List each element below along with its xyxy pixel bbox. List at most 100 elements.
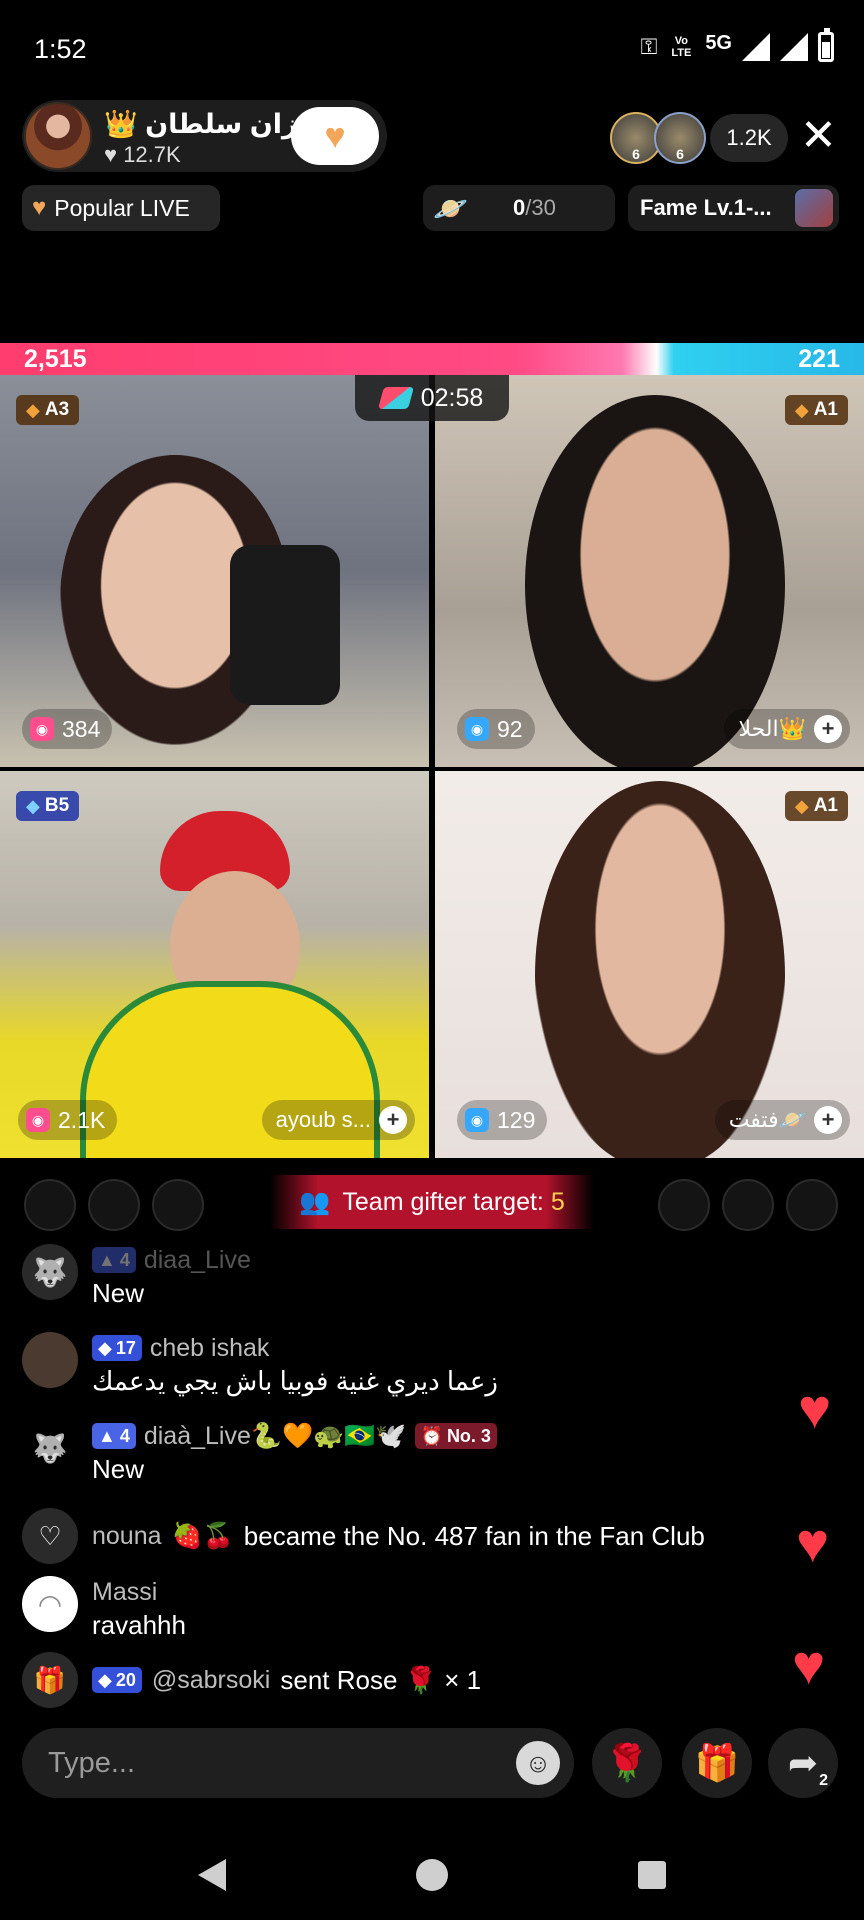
planet-icon: 🪐 <box>433 192 468 224</box>
add-icon[interactable]: + <box>814 715 842 743</box>
rank-number-badge: ⏰ No. 3 <box>414 1423 497 1449</box>
user-avatar[interactable]: 🐺 <box>22 1244 78 1300</box>
chat-message: 🎁 ◆ 20 @sabrsoki sent Rose 🌹 × 1 <box>22 1652 481 1708</box>
user-avatar[interactable]: ◠ <box>22 1576 78 1632</box>
fan-count[interactable]: ◉ 2.1K <box>18 1100 118 1140</box>
video-tile-4[interactable]: ◆ A1 ◉ 129 فتفت🪐 + <box>435 771 864 1158</box>
score-right: 221 <box>798 345 840 373</box>
gifter-slot[interactable] <box>152 1179 204 1231</box>
fan-count[interactable]: ◉ 129 <box>457 1100 548 1140</box>
chat-username[interactable]: nouna <box>92 1522 162 1551</box>
network-type: 5G <box>705 31 732 54</box>
diamond-icon: ◆ <box>26 795 40 816</box>
recent-apps-icon[interactable] <box>638 1861 666 1889</box>
fan-club-icon: ◉ <box>30 717 54 741</box>
chat-text: New <box>92 1278 145 1308</box>
fame-badge-icon <box>795 189 833 227</box>
host-likes: ♥ 12.7K <box>104 142 181 167</box>
score-left: 2,515 <box>24 345 87 373</box>
rose-icon: 🌹 <box>604 1742 650 1783</box>
follow-button[interactable]: ♥ <box>291 107 379 165</box>
level-badge: ◆ 17 <box>92 1335 142 1361</box>
team-gifter-banner[interactable]: 👥 Team gifter target: 5 <box>270 1175 594 1229</box>
goal-progress[interactable]: 🪐 0/30 <box>423 185 615 231</box>
chat-username[interactable]: diaa_Live <box>144 1246 251 1275</box>
chat-message: ♡ nouna 🍓🍒 became the No. 487 fan in the… <box>22 1508 705 1564</box>
user-avatar[interactable]: 🐺 <box>22 1420 78 1476</box>
vpn-key-icon: ⚿ <box>640 34 658 59</box>
popular-live-badge[interactable]: ♥ Popular LIVE <box>22 185 220 231</box>
fan-club-icon: ◉ <box>465 1108 489 1132</box>
battery-icon <box>818 28 834 62</box>
host-name: 👑 رزان سلطان <box>104 109 314 139</box>
participant-name-tag[interactable]: الحلا👑 + <box>724 709 850 749</box>
rank-badge: ◆ B5 <box>16 791 80 821</box>
gift-box-icon: 🎁 <box>694 1742 740 1783</box>
volte-icon: Vo LTE <box>671 35 692 59</box>
chat-username[interactable]: cheb ishak <box>150 1334 270 1363</box>
chat-username[interactable]: @sabrsoki <box>152 1666 270 1695</box>
chat-username[interactable]: Massi <box>92 1578 157 1607</box>
chair-shape <box>230 545 340 705</box>
gifter-slot[interactable] <box>786 1179 838 1231</box>
gifter-slot[interactable] <box>88 1179 140 1231</box>
diamond-icon: ◆ <box>794 399 809 420</box>
host-avatar[interactable] <box>24 102 92 170</box>
signal-icon <box>742 33 770 61</box>
comment-input[interactable]: Type... ☺ <box>22 1728 574 1798</box>
chat-username[interactable]: diaà_Live🐍🧡🐢🇧🇷🕊️ <box>144 1422 407 1451</box>
chat-message: ◆ 17 cheb ishak زعما ديري غنية فوبيا باش … <box>22 1332 498 1397</box>
video-tile-1[interactable]: ◆ A3 ◉ 384 <box>0 375 429 767</box>
emoji-icon[interactable]: ☺ <box>516 1741 560 1785</box>
battle-score-bar: 2,515 221 <box>0 343 864 375</box>
fan-club-icon: ♡ <box>22 1508 78 1564</box>
top-viewer-avatar[interactable]: 6 <box>654 112 706 164</box>
rank-badge: ◆ A1 <box>784 395 848 425</box>
team-users-icon: 👥 <box>299 1187 331 1216</box>
heart-follow-icon: ♥ <box>324 115 346 156</box>
home-icon[interactable] <box>416 1859 448 1891</box>
back-icon[interactable] <box>198 1859 226 1891</box>
diamond-icon: ◆ <box>794 795 809 816</box>
host-info[interactable]: 👑 رزان سلطان ♥ 12.7K ♥ <box>22 100 387 172</box>
fame-level[interactable]: Fame Lv.1-... <box>628 185 839 231</box>
level-badge: ▲ 4 <box>92 1247 136 1273</box>
share-count: 2 <box>819 1772 828 1789</box>
viewer-count[interactable]: 1.2K <box>710 114 788 162</box>
system-nav-bar <box>0 1830 864 1920</box>
close-icon[interactable]: ✕ <box>800 112 837 160</box>
participant-name-tag[interactable]: ayoub s... + <box>261 1100 415 1140</box>
diamond-icon: ◆ <box>26 399 40 420</box>
fan-club-icon: ◉ <box>26 1108 50 1132</box>
user-avatar[interactable] <box>22 1332 78 1388</box>
crown-icon: 👑 <box>104 109 138 139</box>
rose-gift-button[interactable]: 🌹 <box>592 1728 662 1798</box>
chat-text: sent Rose 🌹 × 1 <box>280 1664 482 1695</box>
add-icon[interactable]: + <box>379 1106 407 1134</box>
gift-button[interactable]: 🎁 <box>682 1728 752 1798</box>
share-arrow-icon: ➦ <box>787 1742 819 1783</box>
top-viewers[interactable]: 6 6 1.2K <box>610 112 788 164</box>
floating-heart-icon: ♥ <box>792 1633 826 1696</box>
rank-badge: ◆ A1 <box>784 791 848 821</box>
chat-text: New <box>92 1454 145 1484</box>
popular-heart-icon: ♥ <box>32 194 47 221</box>
gifter-slot[interactable] <box>722 1179 774 1231</box>
battle-icon <box>377 387 414 409</box>
fan-count[interactable]: ◉ 92 <box>457 709 535 749</box>
add-icon[interactable]: + <box>814 1106 842 1134</box>
chat-text: became the No. 487 fan in the Fan Club <box>243 1520 705 1551</box>
fan-club-icon: ◉ <box>465 717 489 741</box>
share-button[interactable]: ➦ 2 <box>768 1728 838 1798</box>
video-tile-3[interactable]: ◆ B5 ◉ 2.1K ayoub s... + <box>0 771 429 1158</box>
chat-message: ◠ Massi ravahhh <box>22 1576 186 1641</box>
gift-icon: 🎁 <box>22 1652 78 1708</box>
rank-badge: ◆ A3 <box>16 395 80 425</box>
participant-name-tag[interactable]: فتفت🪐 + <box>714 1100 850 1140</box>
battle-timer: 02:58 <box>355 375 509 421</box>
gifter-slot[interactable] <box>658 1179 710 1231</box>
video-tile-2[interactable]: ◆ A1 ◉ 92 الحلا👑 + <box>435 375 864 767</box>
heart-icon: ♥ <box>104 142 118 167</box>
gifter-slot[interactable] <box>24 1179 76 1231</box>
fan-count[interactable]: ◉ 384 <box>22 709 113 749</box>
